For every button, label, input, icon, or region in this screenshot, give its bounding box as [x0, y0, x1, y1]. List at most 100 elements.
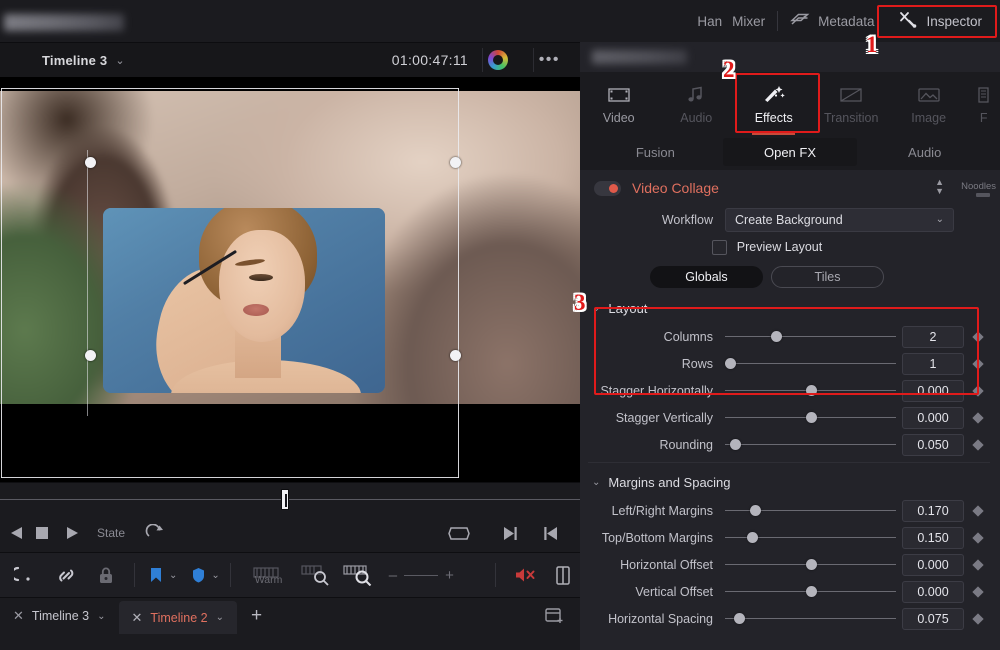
section-header-layout[interactable]: ⌄ Layout	[580, 293, 1000, 323]
keyframe-button[interactable]	[964, 357, 992, 370]
hand-button[interactable]: Han	[685, 0, 726, 42]
timeline-view-options-icon[interactable]	[545, 607, 564, 628]
options-menu-icon[interactable]: •••	[539, 51, 560, 69]
tab-image[interactable]: Image	[890, 72, 967, 138]
segment-fusion[interactable]: Fusion	[588, 138, 723, 166]
flag-marker-icon[interactable]	[143, 567, 169, 583]
zoom-out-ruler-icon[interactable]	[295, 564, 337, 586]
next-frame-button[interactable]	[503, 526, 518, 541]
workflow-dropdown[interactable]: Create Background ⌄	[725, 207, 954, 232]
param-slider[interactable]	[725, 354, 896, 374]
play-button[interactable]	[59, 526, 85, 540]
param-slider[interactable]	[725, 408, 896, 428]
globals-pill[interactable]: Globals	[650, 266, 763, 288]
keyframe-button[interactable]	[964, 504, 992, 517]
keyframe-button[interactable]	[964, 330, 992, 343]
tab-video[interactable]: Video	[580, 72, 657, 138]
zoom-in-button[interactable]: +	[445, 567, 454, 584]
param-value[interactable]: 0.075	[902, 607, 964, 630]
zoom-out-button[interactable]: –	[389, 567, 397, 584]
tab-effects[interactable]: Effects	[735, 72, 812, 138]
mixer-button[interactable]: Mixer	[726, 0, 777, 42]
param-slider[interactable]	[725, 609, 896, 629]
param-label: Columns	[663, 329, 713, 344]
effect-enable-toggle[interactable]	[594, 180, 621, 196]
fit-to-screen-button[interactable]	[448, 526, 470, 541]
snapping-magnet-icon[interactable]	[0, 565, 46, 585]
timeline-tab-2[interactable]: ✕ Timeline 2 ⌄	[118, 601, 237, 634]
noodles-icon[interactable]	[976, 193, 990, 197]
video-clip-icon	[607, 86, 631, 104]
tab-transition[interactable]: Transition	[812, 72, 889, 138]
segment-audio[interactable]: Audio	[857, 138, 992, 166]
zoom-slider-track[interactable]	[404, 574, 439, 576]
loop-button[interactable]	[139, 524, 169, 542]
tab-file[interactable]: F	[967, 72, 1000, 138]
param-value[interactable]: 0.150	[902, 526, 964, 549]
param-slider[interactable]	[725, 528, 896, 548]
zoom-in-ruler-icon[interactable]	[337, 564, 381, 586]
param-value[interactable]: 1	[902, 352, 964, 375]
param-value[interactable]: 0.000	[902, 553, 964, 576]
reverse-play-button[interactable]	[3, 526, 29, 540]
timeline-dropdown-caret-icon[interactable]: ⌄	[115, 54, 124, 67]
effect-order-stepper[interactable]: ▲ ▼	[935, 178, 944, 196]
keyframe-button[interactable]	[964, 558, 992, 571]
keyframe-button[interactable]	[964, 585, 992, 598]
param-value[interactable]: 0.000	[902, 580, 964, 603]
section-header-margins[interactable]: ⌄ Margins and Spacing	[580, 467, 1000, 497]
link-clips-icon[interactable]	[46, 566, 86, 585]
transform-handle-ml[interactable]	[85, 350, 96, 361]
param-value[interactable]: 2	[902, 325, 964, 348]
tiles-pill[interactable]: Tiles	[771, 266, 884, 288]
video-viewer[interactable]	[0, 77, 580, 482]
inspector-clip-name-bar	[580, 42, 1000, 72]
param-value[interactable]: 0.050	[902, 433, 964, 456]
mute-audio-icon[interactable]	[514, 566, 536, 584]
effect-header: Video Collage ▲ ▼ Noodles	[580, 170, 1000, 206]
param-value[interactable]: 0.000	[902, 379, 964, 402]
lock-track-icon[interactable]	[86, 566, 126, 585]
transform-handle-tr[interactable]	[450, 157, 461, 168]
playhead-handle[interactable]	[281, 489, 289, 510]
edit-toolbar: ⌄ ⌄ Warm – +	[0, 552, 580, 598]
panel-layout-icon[interactable]	[556, 565, 570, 585]
preview-layout-checkbox[interactable]	[711, 239, 727, 255]
keyframe-button[interactable]	[964, 411, 992, 424]
inspector-button[interactable]: Inspector	[886, 0, 994, 42]
param-slider[interactable]	[725, 327, 896, 347]
param-slider[interactable]	[725, 381, 896, 401]
inspector-content: Video Collage ▲ ▼ Noodles Workflow Create…	[580, 170, 1000, 650]
workflow-label: Workflow	[661, 212, 713, 227]
segment-openfx[interactable]: Open FX	[722, 138, 858, 166]
chevron-down-icon[interactable]: ⌄	[216, 612, 224, 623]
param-label: Left/Right Margins	[611, 503, 713, 518]
timeline-name[interactable]: Timeline 3	[42, 53, 107, 68]
param-slider[interactable]	[725, 501, 896, 521]
close-icon[interactable]: ✕	[13, 608, 24, 624]
add-timeline-button[interactable]: +	[237, 598, 276, 634]
workflow-value: Create Background	[735, 212, 843, 227]
param-slider[interactable]	[725, 435, 896, 455]
viewer-scrubber[interactable]	[0, 482, 580, 514]
stop-button[interactable]	[29, 526, 55, 540]
transform-handle-mr[interactable]	[450, 350, 461, 361]
param-slider[interactable]	[725, 555, 896, 575]
keyframe-button[interactable]	[964, 384, 992, 397]
flag-dropdown-caret-icon[interactable]: ⌄	[169, 570, 177, 581]
transform-handle-tl[interactable]	[85, 157, 96, 168]
marker-dropdown-caret-icon[interactable]: ⌄	[211, 570, 219, 581]
keyframe-button[interactable]	[964, 531, 992, 544]
param-value[interactable]: 0.170	[902, 499, 964, 522]
keyframe-button[interactable]	[964, 438, 992, 451]
keyframe-button[interactable]	[964, 612, 992, 625]
prev-frame-button[interactable]	[543, 526, 558, 541]
close-icon[interactable]: ✕	[132, 610, 143, 626]
timeline-tab-3[interactable]: ✕ Timeline 3 ⌄	[0, 598, 119, 634]
marker-shield-icon[interactable]	[185, 567, 211, 583]
warm-grade-icon[interactable]: Warm	[241, 565, 295, 586]
param-slider[interactable]	[725, 582, 896, 602]
chevron-down-icon[interactable]: ⌄	[97, 611, 105, 622]
param-value[interactable]: 0.000	[902, 406, 964, 429]
color-wheel-icon[interactable]	[488, 50, 508, 70]
